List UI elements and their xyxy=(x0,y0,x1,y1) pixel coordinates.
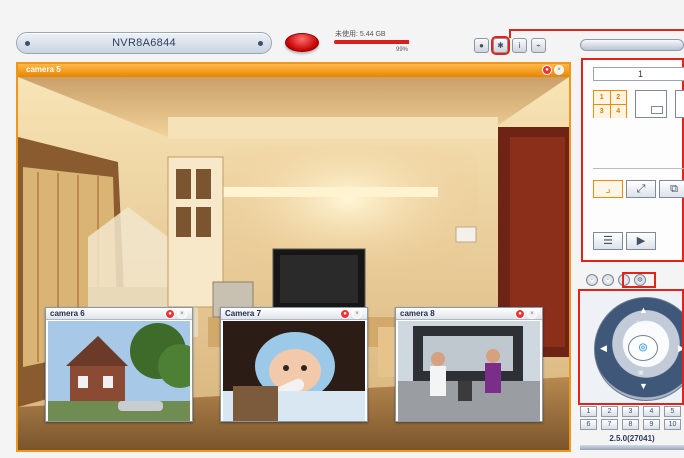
version-label: 2.5.0(27041) xyxy=(609,434,655,443)
disk-usage-bar xyxy=(334,40,410,44)
camera-button[interactable]: 2 xyxy=(601,406,618,417)
camera-button[interactable]: 4 xyxy=(643,406,660,417)
grid-cell: 3 xyxy=(594,105,610,118)
disk-usage-percent: 99% xyxy=(396,47,409,53)
right-dot-icon xyxy=(258,41,263,46)
camera-button[interactable]: 7 xyxy=(601,419,618,430)
sub-camera-view[interactable]: Camera 7 ● × xyxy=(220,307,368,422)
quad-layout-button[interactable]: 1 2 3 4 xyxy=(593,90,627,118)
window-icon[interactable]: ⧉ xyxy=(659,180,684,198)
settings-icon[interactable]: ☰ xyxy=(593,232,623,250)
sub-camera-label: camera 6 xyxy=(50,309,85,318)
ptz-left-arrow-icon[interactable]: ◀ xyxy=(600,343,607,354)
close-icon[interactable]: × xyxy=(554,65,564,75)
ptz-tab-icon[interactable]: ◦ xyxy=(602,274,614,286)
close-icon[interactable]: × xyxy=(177,309,187,319)
ptz-up-arrow-icon[interactable]: ▲ xyxy=(639,305,648,315)
family-car-video xyxy=(398,321,540,421)
sub-camera-view[interactable]: camera 8 ● × xyxy=(395,307,543,422)
camera-button[interactable]: 9 xyxy=(643,419,660,430)
page-number-field[interactable]: 1 xyxy=(593,67,684,81)
next-layout-button[interactable] xyxy=(675,90,684,118)
info-icon[interactable]: i xyxy=(512,38,527,53)
ptz-center-icon[interactable]: ◎ xyxy=(628,335,658,361)
record-indicator-icon[interactable]: ● xyxy=(165,309,175,319)
callout-line xyxy=(509,29,684,31)
ptz-down-arrow-icon[interactable]: ▼ xyxy=(639,381,648,391)
main-camera-title-bar: camera 5 ● × xyxy=(18,64,569,77)
device-name: NVR8A6844 xyxy=(112,37,176,49)
globe-icon[interactable]: ● xyxy=(474,38,489,53)
house-video xyxy=(48,321,190,421)
disk-free-label: 未使用: 5.44 GB xyxy=(335,31,386,38)
grid-cell: 1 xyxy=(594,91,610,104)
sub-camera-label: camera 8 xyxy=(400,309,435,318)
layout-panel: 1 1 2 3 4 ⌟ ⤢ ⧉ ☰ ▶ xyxy=(581,58,684,262)
pip-layout-button[interactable] xyxy=(635,90,667,118)
gear-icon[interactable]: ✱ xyxy=(491,36,510,55)
audio-highlight xyxy=(622,272,656,288)
bottom-bar xyxy=(580,445,684,450)
device-selector[interactable]: NVR8A6844 xyxy=(16,32,272,54)
disk-usage-fill xyxy=(334,40,410,44)
sub-camera-label: Camera 7 xyxy=(225,309,262,318)
ptz-tab-icon[interactable]: ◦ xyxy=(586,274,598,286)
ptz-right-arrow-icon[interactable]: ▶ xyxy=(678,343,682,354)
close-icon[interactable]: × xyxy=(527,309,537,319)
record-indicator-icon[interactable]: ● xyxy=(515,309,525,319)
record-indicator-icon[interactable]: ● xyxy=(542,65,552,75)
zoom-out-icon[interactable]: ▣ xyxy=(638,369,644,376)
camera-button[interactable]: 1 xyxy=(580,406,597,417)
zoom-in-icon[interactable]: + ▭ xyxy=(636,319,647,326)
camera-button[interactable]: 10 xyxy=(664,419,681,430)
baby-video xyxy=(223,321,365,421)
close-icon[interactable]: × xyxy=(352,309,362,319)
resize-icon[interactable]: ⌟ xyxy=(593,180,623,198)
volume-slider[interactable] xyxy=(580,39,684,51)
fullscreen-icon[interactable]: ⤢ xyxy=(626,180,656,198)
ptz-control-panel: ◎ ▲ ▼ ◀ ▶ + ▭ ▣ xyxy=(578,289,684,405)
main-camera-view[interactable]: camera 5 ● × camera 6 ● × Camera 7 ● × c… xyxy=(16,62,571,452)
toolbar-icons: ● ✱ i ⌁ xyxy=(474,36,546,55)
grid-cell: 2 xyxy=(610,91,626,104)
camera-button[interactable]: 8 xyxy=(622,419,639,430)
camera-button[interactable]: 6 xyxy=(580,419,597,430)
camera-button[interactable]: 3 xyxy=(622,406,639,417)
camera-select-grid: 1 2 3 4 5 6 7 8 9 10 xyxy=(580,406,683,430)
play-icon[interactable]: ▶ xyxy=(626,232,656,250)
sub-camera-view[interactable]: camera 6 ● × xyxy=(45,307,193,422)
nvr-web-client: NVR8A6844 未使用: 5.44 GB 99% ● ✱ i ⌁ 1 1 2… xyxy=(0,0,684,458)
chart-icon[interactable]: ⌁ xyxy=(531,38,546,53)
camera-button[interactable]: 5 xyxy=(664,406,681,417)
record-button[interactable] xyxy=(285,33,319,52)
panel-divider xyxy=(593,168,684,169)
main-camera-label: camera 5 xyxy=(26,65,61,74)
grid-cell: 4 xyxy=(610,105,626,118)
record-indicator-icon[interactable]: ● xyxy=(340,309,350,319)
